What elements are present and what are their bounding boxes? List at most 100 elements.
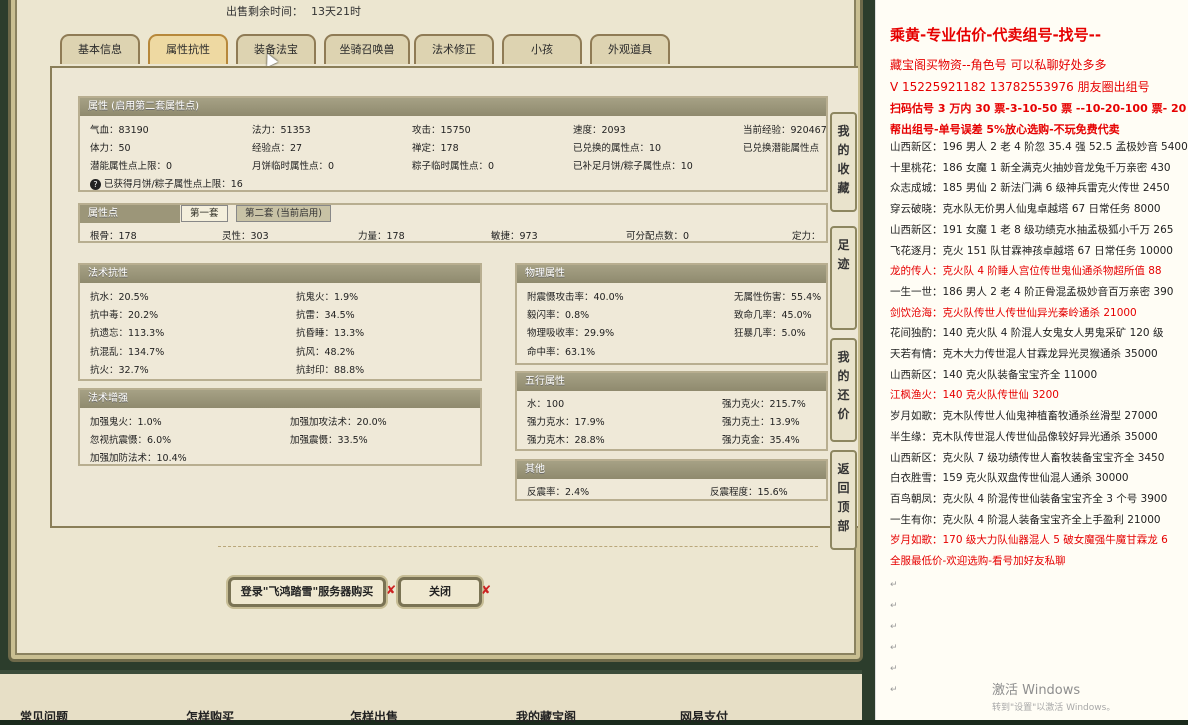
resist-value: 抗遗忘：113.3%	[90, 328, 165, 339]
point-value: 根骨：178	[90, 231, 137, 242]
attr-value: 潜能属性点上限：0	[90, 161, 173, 172]
listing-item: 江枫渔火：140 克火队传世仙 3200	[890, 389, 1059, 402]
resist-value: 抗风：48.2%	[296, 347, 355, 358]
ad-line: 帮出组号-单号误差 5%放心选购-不玩免费代卖	[890, 123, 1120, 136]
physical-title: 物理属性	[517, 265, 826, 283]
physical-value: 致命几率：45.0%	[734, 310, 812, 321]
resist-value: 抗水：20.5%	[90, 292, 149, 303]
footer-link-faq[interactable]: 常见问题	[20, 708, 68, 725]
attr-value: 攻击：15750	[412, 125, 471, 136]
physical-value: 狂暴几率：5.0%	[734, 328, 806, 339]
tab-second-set[interactable]: 第二套 (当前启用)	[236, 205, 331, 222]
enhance-value: 加强鬼火：1.0%	[90, 417, 162, 428]
resist-value: 抗混乱：134.7%	[90, 347, 165, 358]
tab-attributes[interactable]: 属性抗性	[148, 34, 228, 64]
tab-first-set[interactable]: 第一套	[181, 205, 228, 222]
my-favorites-button[interactable]: 我的收藏	[830, 112, 857, 212]
attribute-title: 属性 (启用第二套属性点)	[80, 98, 826, 116]
attr-value: 已兑换潜能属性点	[743, 143, 820, 154]
listing-item: 山西新区：191 女魔 1 老 8 级功绩克水抽孟极狐小千万 265	[890, 223, 1174, 236]
wuxing-value: 强力克火：215.7%	[722, 399, 806, 410]
enhance-value: 忽视抗震慑：6.0%	[90, 435, 172, 446]
ad-title: 乘黄-专业估价-代卖组号-找号--	[890, 26, 1102, 44]
physical-value: 无属性伤害：55.4%	[734, 292, 822, 303]
back-to-top-button[interactable]: 返回顶部	[830, 450, 857, 550]
tab-mounts-pets[interactable]: 坐骑召唤兽	[324, 34, 410, 64]
footprints-button[interactable]: 足迹	[830, 226, 857, 330]
physical-value: 毅闪率：0.8%	[527, 310, 590, 321]
tab-children[interactable]: 小孩	[502, 34, 582, 64]
attr-value: 已兑换的属性点：10	[573, 143, 662, 154]
attr-value: 月饼临时属性点：0	[252, 161, 335, 172]
tab-spell-modifiers[interactable]: 法术修正	[414, 34, 494, 64]
close-button[interactable]: 关闭	[398, 577, 482, 607]
attr-note: ? 已获得月饼/粽子属性点上限：16	[90, 176, 243, 190]
resist-value: 抗中毒：20.2%	[90, 310, 159, 321]
footer-bar: 常见问题 怎样购买 怎样出售 我的藏宝阁 网易支付	[0, 670, 862, 724]
point-value: 灵性：303	[222, 231, 269, 242]
wuxing-value: 强力克水：17.9%	[527, 417, 605, 428]
resist-value: 抗封印：88.8%	[296, 365, 365, 376]
listing-item: 十里桃花：186 女魔 1 新全满克火抽妙音龙兔千万亲密 430	[890, 161, 1171, 174]
ad-line: 扫码估号 3 万内 30 票-3-10-50 票 --10-20-100 票- …	[890, 102, 1188, 115]
attr-value: 禅定：178	[412, 143, 459, 154]
physical-value: 物理吸收率：29.9%	[527, 328, 615, 339]
resist-value: 抗鬼火：1.9%	[296, 292, 359, 303]
my-bargains-button[interactable]: 我的还价	[830, 338, 857, 442]
paragraph-mark: ↵	[890, 685, 898, 695]
ad-line: 藏宝阁买物资--角色号 可以私聊好处多多	[890, 58, 1107, 72]
timer-value: 13天21时	[311, 5, 361, 18]
tab-appearance[interactable]: 外观道具	[590, 34, 670, 64]
attr-note-text: 已获得月饼/粽子属性点上限：16	[104, 179, 243, 190]
wuxing-value: 强力克土：13.9%	[722, 417, 800, 428]
footer-link-how-to-sell[interactable]: 怎样出售	[350, 708, 398, 725]
ad-document-panel: 乘黄-专业估价-代卖组号-找号-- 藏宝阁买物资--角色号 可以私聊好处多多 V…	[875, 0, 1188, 720]
enhance-value: 加强震慑：33.5%	[290, 435, 368, 446]
divider	[218, 546, 818, 547]
paragraph-mark: ↵	[890, 580, 898, 590]
resist-value: 抗火：32.7%	[90, 365, 149, 376]
physical-value: 命中率：63.1%	[527, 347, 596, 358]
listing-item: 一生一世：186 男人 2 老 4 阶正骨混孟极妙音百万亲密 390	[890, 285, 1174, 298]
footer-link-netease-pay[interactable]: 网易支付	[680, 708, 728, 725]
listing-item: 白衣胜雪：159 克火队双盘传世仙混人通杀 30000	[890, 472, 1129, 485]
point-value: 力量：178	[358, 231, 405, 242]
listing-item: 龙的传人：克火队 4 阶睡人宫位传世鬼仙通杀物超所值 88	[890, 265, 1162, 278]
listing-item: 岁月如歌：170 级大力队仙器混人 5 破女魔强牛魔甘霖龙 6	[890, 534, 1168, 547]
resist-value: 抗雷：34.5%	[296, 310, 355, 321]
login-buy-button[interactable]: 登录"飞鸿踏雪"服务器购买	[228, 577, 386, 607]
tab-basic-info[interactable]: 基本信息	[60, 34, 140, 64]
wuxing-title: 五行属性	[517, 373, 826, 391]
attr-value: 已补足月饼/粽子属性点：10	[573, 161, 693, 172]
listing-item: 山西新区：196 男人 2 老 4 阶忽 35.4 强 52.5 孟极妙音 54…	[890, 141, 1188, 153]
enhance-value: 加强加防法术：10.4%	[90, 453, 187, 464]
point-value: 定力：	[792, 231, 821, 242]
attr-value: 速度：2093	[573, 125, 626, 136]
resist-title: 法术抗性	[80, 265, 480, 283]
other-value: 反震率：2.4%	[527, 487, 590, 498]
ad-line: V 15225921182 13782553976 朋友圈出组号	[890, 80, 1150, 94]
help-icon[interactable]: ?	[90, 179, 101, 190]
wuxing-value: 强力克木：28.8%	[527, 435, 605, 446]
enhance-value: 加强加攻法术：20.0%	[290, 417, 387, 428]
paragraph-mark: ↵	[890, 664, 898, 674]
close-x-icon: ✘	[481, 583, 492, 597]
listing-item: 剑饮沧海：克火队传世人传世仙异光秦岭通杀 21000	[890, 306, 1137, 319]
point-value: 敏捷：973	[491, 231, 538, 242]
footer-link-how-to-buy[interactable]: 怎样购买	[186, 708, 234, 725]
attr-value: 法力：51353	[252, 125, 311, 136]
listing-item: 岁月如歌：克木队传世人仙鬼神植畜牧通杀丝滑型 27000	[890, 410, 1158, 423]
paragraph-mark: ↵	[890, 601, 898, 611]
listing-item: 山西新区：140 克火队装备宝宝齐全 11000	[890, 368, 1098, 381]
attr-value: 当前经验：920467	[743, 125, 827, 136]
listing-item: 飞花逐月：克火 151 队甘霖神孩卓越塔 67 日常任务 10000	[890, 244, 1173, 257]
close-x-icon: ✘	[386, 583, 397, 597]
attr-value: 经验点：27	[252, 143, 303, 154]
wuxing-value: 强力克金：35.4%	[722, 435, 800, 446]
sale-timer: 出售剩余时间： 13天21时	[226, 3, 361, 19]
listing-item: 一生有你：克火队 4 阶混人装备宝宝齐全上手盈利 21000	[890, 513, 1161, 526]
enhance-title: 法术增强	[80, 390, 480, 408]
attr-value: 体力：50	[90, 143, 131, 154]
listing-item: 众志成城：185 男仙 2 新法门满 6 级神兵雷克火传世 2450	[890, 182, 1170, 195]
footer-link-my-treasure[interactable]: 我的藏宝阁	[516, 708, 576, 725]
